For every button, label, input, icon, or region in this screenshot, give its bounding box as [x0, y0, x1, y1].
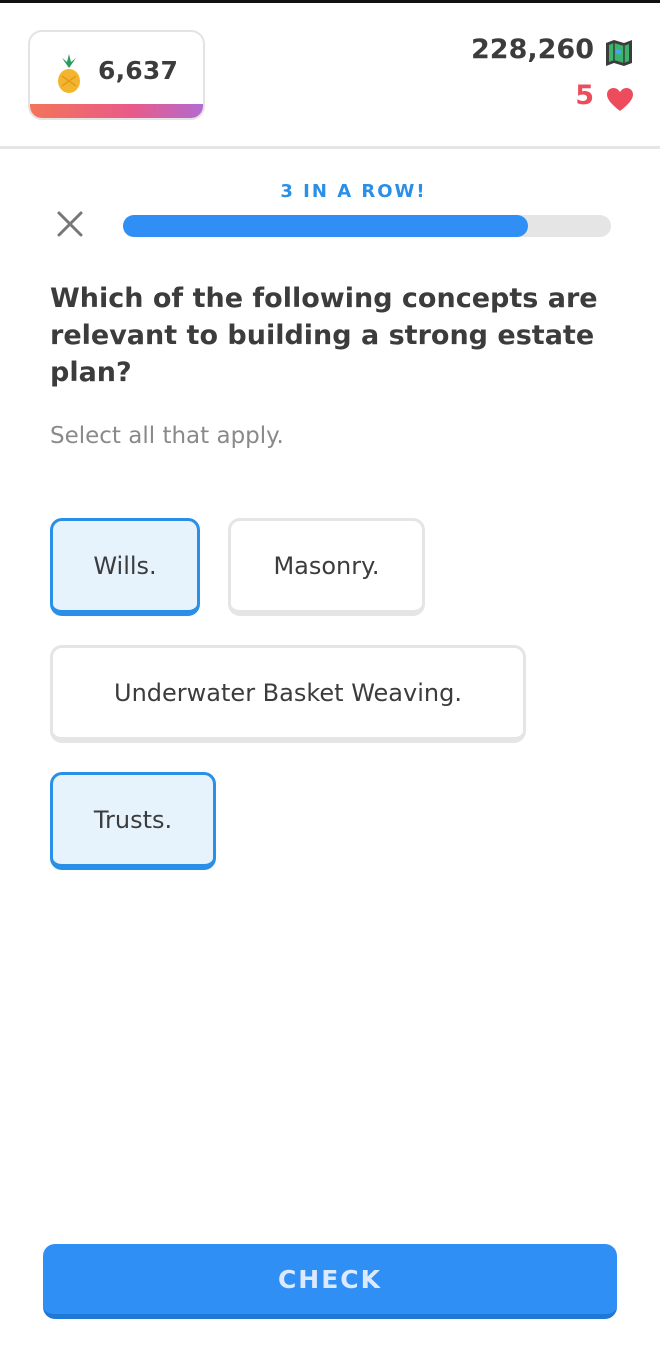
option-label: Wills. — [93, 551, 157, 580]
close-icon[interactable] — [55, 209, 85, 239]
option-underwater-basket-weaving[interactable]: Underwater Basket Weaving. — [50, 645, 526, 743]
heart-icon[interactable] — [607, 88, 633, 112]
question-text: Which of the following concepts are rele… — [50, 283, 598, 388]
question-instruction: Select all that apply. — [50, 423, 284, 449]
option-label: Masonry. — [273, 551, 380, 580]
streak-label: 3 IN A ROW! — [280, 181, 427, 202]
map-count: 228,260 — [471, 34, 594, 65]
pineapple-counter-card[interactable]: 6,637 — [28, 30, 205, 120]
pineapple-count: 6,637 — [98, 56, 179, 85]
option-label: Underwater Basket Weaving. — [114, 678, 462, 707]
header: 6,637 228,260 5 — [0, 3, 660, 148]
option-trusts[interactable]: Trusts. — [50, 772, 216, 870]
option-masonry[interactable]: Masonry. — [228, 518, 425, 616]
header-divider — [0, 146, 660, 149]
lives-count: 5 — [575, 80, 594, 111]
map-icon[interactable] — [604, 39, 634, 67]
pineapple-icon — [58, 54, 80, 93]
option-label: Trusts. — [93, 805, 173, 834]
option-wills[interactable]: Wills. — [50, 518, 200, 616]
lesson-progress-fill — [123, 215, 529, 237]
check-button[interactable]: CHECK — [43, 1244, 617, 1319]
pineapple-progress-bar — [30, 104, 203, 118]
lesson-progress-bar — [123, 215, 611, 237]
